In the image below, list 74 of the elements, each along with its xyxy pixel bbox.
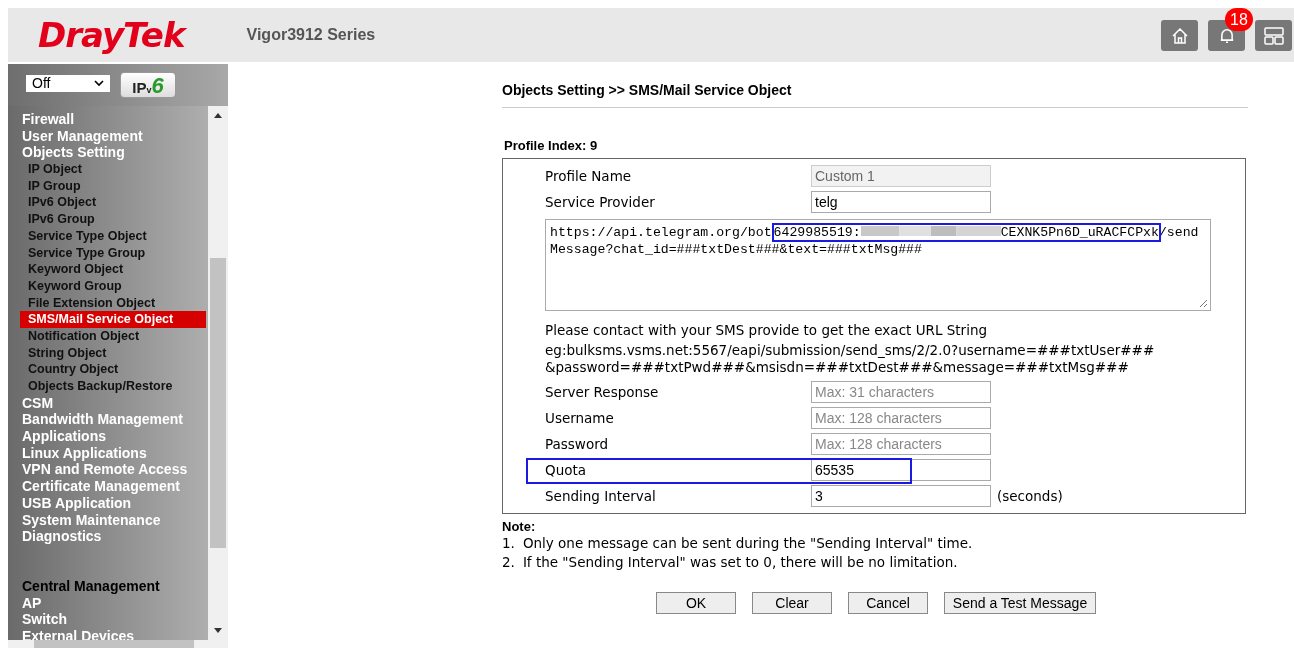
logo: DrayTek: [38, 15, 185, 55]
sidebar-item[interactable]: IPv6 Group: [20, 211, 206, 228]
horizontal-scrollbar[interactable]: [8, 640, 228, 648]
sidebar-item[interactable]: Applications: [22, 428, 208, 445]
layout-button[interactable]: [1255, 20, 1292, 51]
sidebar-item[interactable]: Objects Backup/Restore: [20, 378, 206, 395]
home-button[interactable]: [1161, 20, 1198, 51]
form-button[interactable]: OK: [656, 592, 736, 614]
sidebar-item[interactable]: Linux Applications: [22, 444, 208, 462]
ipv6-button[interactable]: IPv6: [120, 72, 176, 98]
note-title: Note:: [502, 519, 537, 534]
input-field[interactable]: Max: 128 characters: [811, 407, 991, 429]
sidebar-item[interactable]: Central Management: [22, 577, 208, 595]
sidebar-item[interactable]: VPN and Remote Access: [22, 461, 208, 479]
note-number: 2.: [502, 553, 515, 572]
field-label: Quota: [545, 462, 587, 478]
url-textarea[interactable]: https://api.telegram.org/bot 6429985519: CEXNK5Pn6D_uRACFCPxk/sendMessage?chat_id=###txtDest###&text=###txtMsg###: [545, 219, 1211, 311]
field-label: Profile Name: [545, 168, 633, 184]
sidebar-item[interactable]: AP: [22, 594, 208, 612]
sidebar-item[interactable]: System Maintenance: [22, 511, 208, 529]
sidebar-item[interactable]: Country Object: [20, 361, 206, 378]
example-url-text: &password=###txtPwd###&msisdn=###txtDest###&message=###txtMsg###: [545, 359, 1130, 376]
input-field[interactable]: 3: [811, 485, 991, 507]
note-text: If the "Sending Interval" was set to 0, there will be no limitation.: [522, 553, 958, 572]
example-url-text: eg:bulksms.vsms.net:5567/eapi/submission/send_sms/2/2.0?username=###txtUser###: [545, 342, 1156, 359]
model-name: Vigor3912 Series: [246, 26, 376, 44]
sidebar-item[interactable]: Service Type Group: [20, 244, 206, 262]
notification-badge: 18: [1225, 8, 1253, 31]
bell-icon: [1219, 28, 1234, 43]
service-provider-field[interactable]: telg: [811, 191, 991, 213]
sidebar-item[interactable]: Certificate Management: [22, 478, 208, 495]
sidebar-item[interactable]: Keyword Group: [20, 277, 206, 295]
sidebar-item[interactable]: User Management: [22, 127, 208, 145]
sidebar-item[interactable]: Objects Setting: [22, 144, 208, 162]
sidebar-item[interactable]: Keyword Object: [20, 261, 206, 278]
layout-icon: [1262, 25, 1285, 46]
form-button[interactable]: Clear: [752, 592, 832, 614]
input-field[interactable]: Max: 128 characters: [811, 433, 991, 455]
sidebar-item[interactable]: Notification Object: [20, 327, 206, 345]
page-title: Objects Setting >> SMS/Mail Service Object: [502, 82, 1248, 108]
sidebar-item[interactable]: Firewall: [22, 111, 208, 128]
field-label: Username: [545, 410, 615, 426]
hint-text: Please contact with your SMS provide to get the exact URL String: [545, 321, 988, 339]
sidebar-item[interactable]: SMS/Mail Service Object: [20, 311, 206, 328]
sidebar-item[interactable]: String Object: [20, 344, 206, 362]
scroll-thumb[interactable]: [210, 258, 226, 548]
sidebar-item[interactable]: IP Object: [20, 161, 206, 178]
sidebar-item[interactable]: Switch: [22, 611, 208, 628]
field-label: Password: [545, 436, 610, 452]
unit-label: (seconds): [997, 488, 1063, 504]
sidebar-item[interactable]: File Extension Object: [20, 294, 206, 312]
field-label: Sending Interval: [545, 488, 657, 504]
vertical-scrollbar[interactable]: [208, 106, 228, 640]
sidebar-item[interactable]: CSM: [22, 394, 208, 412]
form-button[interactable]: Send a Test Message: [944, 592, 1096, 614]
chevron-down-icon: [94, 79, 104, 87]
input-field[interactable]: Max: 31 characters: [811, 381, 991, 403]
profile-index: Profile Index: 9: [504, 138, 599, 153]
form-button[interactable]: Cancel: [848, 592, 928, 614]
sidebar-item[interactable]: IP Group: [20, 177, 206, 195]
input-field[interactable]: 65535: [811, 459, 991, 481]
scroll-up-icon: [213, 112, 223, 118]
sidebar-item[interactable]: Bandwidth Management: [22, 411, 208, 429]
sidebar-item[interactable]: IPv6 Object: [20, 194, 206, 212]
sidebar-item[interactable]: USB Application: [22, 494, 208, 512]
resize-grip-icon[interactable]: [1198, 298, 1208, 308]
mode-select[interactable]: Off: [26, 74, 110, 92]
sidebar-item[interactable]: Service Type Object: [20, 227, 206, 245]
note-text: Only one message can be sent during the "Sending Interval" time.: [522, 534, 973, 553]
sidebar-item[interactable]: Diagnostics: [22, 528, 208, 545]
scroll-down-icon: [213, 628, 223, 634]
field-label: Service Provider: [545, 194, 656, 210]
field-label: Server Response: [545, 384, 660, 400]
note-number: 1.: [502, 534, 515, 553]
